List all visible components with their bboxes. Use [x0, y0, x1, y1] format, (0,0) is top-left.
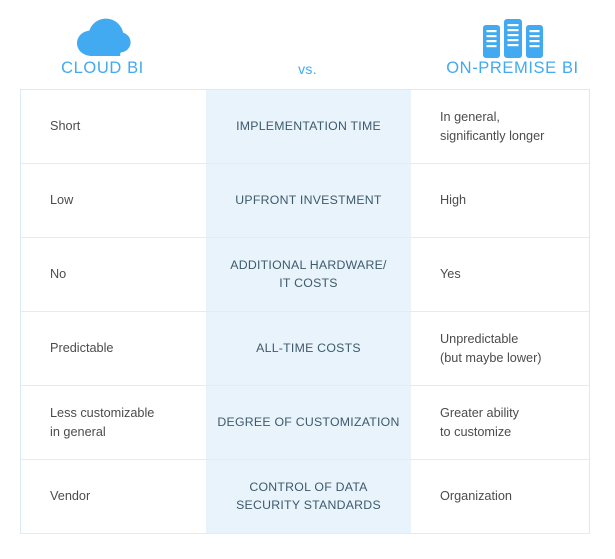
table-row: No ADDITIONAL HARDWARE/ IT COSTS Yes [21, 238, 589, 312]
cell-onpremise-value: In general, significantly longer [411, 90, 589, 163]
cell-criterion: DEGREE OF CUSTOMIZATION [206, 386, 411, 459]
cloud-value-text: Predictable [50, 341, 114, 356]
onpremise-value-text: Greater ability to customize [440, 406, 519, 439]
cell-criterion: CONTROL OF DATA SECURITY STANDARDS [206, 460, 411, 533]
table-row: Low UPFRONT INVESTMENT High [21, 164, 589, 238]
comparison-infographic: CLOUD BI vs. ON-PREMISE BI Short IMPLEME… [0, 0, 615, 559]
cloud-icon [75, 8, 131, 60]
criterion-text: ADDITIONAL HARDWARE/ IT COSTS [230, 257, 387, 290]
cell-onpremise-value: High [411, 164, 589, 237]
cell-onpremise-value: Yes [411, 238, 589, 311]
header-column-cloud: CLOUD BI [0, 0, 205, 88]
criterion-text: ALL-TIME COSTS [256, 340, 361, 355]
criterion-text: CONTROL OF DATA SECURITY STANDARDS [236, 479, 381, 512]
server-racks-icon [481, 8, 545, 60]
cell-onpremise-value: Greater ability to customize [411, 386, 589, 459]
onpremise-value-text: Yes [440, 267, 461, 282]
cell-onpremise-value: Unpredictable (but maybe lower) [411, 312, 589, 385]
cloud-value-text: No [50, 267, 67, 282]
cell-cloud-value: Short [21, 90, 206, 163]
cell-cloud-value: Less customizable in general [21, 386, 206, 459]
cell-cloud-value: Low [21, 164, 206, 237]
comparison-header: CLOUD BI vs. ON-PREMISE BI [0, 0, 615, 88]
table-row: Short IMPLEMENTATION TIME In general, si… [21, 90, 589, 164]
table-row: Predictable ALL-TIME COSTS Unpredictable… [21, 312, 589, 386]
cell-criterion: UPFRONT INVESTMENT [206, 164, 411, 237]
header-column-versus: vs. [205, 0, 410, 88]
table-row: Vendor CONTROL OF DATA SECURITY STANDARD… [21, 460, 589, 534]
header-label-onpremise: ON-PREMISE BI [446, 58, 579, 77]
cell-criterion: ALL-TIME COSTS [206, 312, 411, 385]
onpremise-value-text: Organization [440, 489, 512, 504]
cloud-value-text: Less customizable in general [50, 406, 155, 439]
cell-criterion: ADDITIONAL HARDWARE/ IT COSTS [206, 238, 411, 311]
onpremise-value-text: In general, significantly longer [440, 110, 545, 143]
header-label-versus: vs. [298, 61, 317, 77]
cell-cloud-value: Predictable [21, 312, 206, 385]
criterion-text: UPFRONT INVESTMENT [235, 192, 382, 207]
cell-cloud-value: Vendor [21, 460, 206, 533]
cloud-value-text: Low [50, 193, 74, 208]
cloud-value-text: Short [50, 119, 81, 134]
cell-criterion: IMPLEMENTATION TIME [206, 90, 411, 163]
cell-onpremise-value: Organization [411, 460, 589, 533]
cloud-value-text: Vendor [50, 489, 91, 504]
cell-cloud-value: No [21, 238, 206, 311]
onpremise-value-text: Unpredictable (but maybe lower) [440, 332, 542, 365]
header-column-onpremise: ON-PREMISE BI [410, 0, 615, 88]
comparison-table: Short IMPLEMENTATION TIME In general, si… [20, 89, 590, 534]
header-label-cloud: CLOUD BI [61, 58, 144, 77]
onpremise-value-text: High [440, 193, 467, 208]
table-row: Less customizable in general DEGREE OF C… [21, 386, 589, 460]
criterion-text: IMPLEMENTATION TIME [236, 118, 381, 133]
criterion-text: DEGREE OF CUSTOMIZATION [217, 414, 400, 429]
